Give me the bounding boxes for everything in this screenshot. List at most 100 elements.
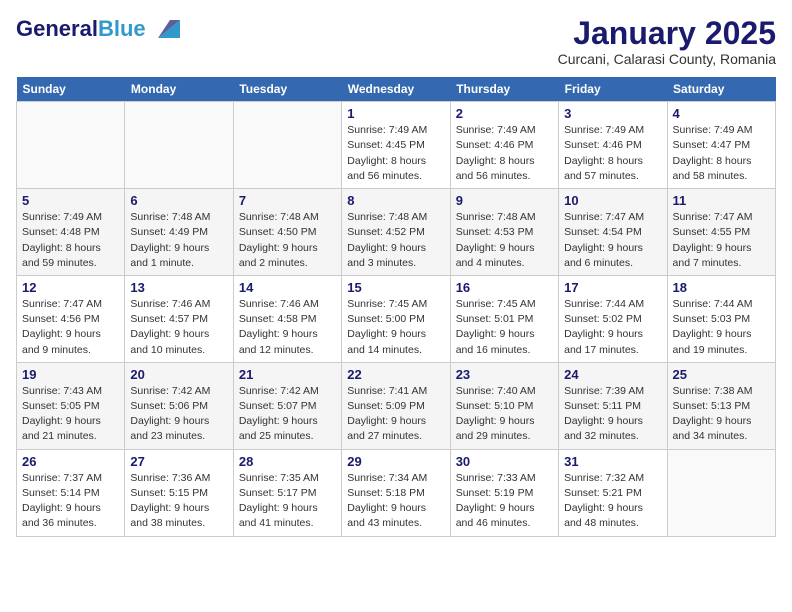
day-number: 6 xyxy=(130,193,227,208)
table-row: 1 Sunrise: 7:49 AM Sunset: 4:45 PM Daylig… xyxy=(342,102,450,189)
table-row: 9 Sunrise: 7:48 AM Sunset: 4:53 PM Daylig… xyxy=(450,189,558,276)
table-row: 30Sunrise: 7:33 AM Sunset: 5:19 PM Dayli… xyxy=(450,449,558,536)
col-wednesday: Wednesday xyxy=(342,77,450,102)
calendar-week-row: 19Sunrise: 7:43 AM Sunset: 5:05 PM Dayli… xyxy=(17,362,776,449)
day-info: Sunrise: 7:41 AM Sunset: 5:09 PM Dayligh… xyxy=(347,384,444,445)
day-number: 21 xyxy=(239,367,336,382)
table-row: 3 Sunrise: 7:49 AM Sunset: 4:46 PM Daylig… xyxy=(559,102,667,189)
day-info: Sunrise: 7:49 AM Sunset: 4:46 PM Dayligh… xyxy=(564,123,661,184)
day-info: Sunrise: 7:48 AM Sunset: 4:50 PM Dayligh… xyxy=(239,210,336,271)
col-monday: Monday xyxy=(125,77,233,102)
col-saturday: Saturday xyxy=(667,77,775,102)
day-info: Sunrise: 7:40 AM Sunset: 5:10 PM Dayligh… xyxy=(456,384,553,445)
day-info: Sunrise: 7:35 AM Sunset: 5:17 PM Dayligh… xyxy=(239,471,336,532)
table-row xyxy=(667,449,775,536)
day-number: 2 xyxy=(456,106,553,121)
calendar-week-row: 5 Sunrise: 7:49 AM Sunset: 4:48 PM Daylig… xyxy=(17,189,776,276)
day-info: Sunrise: 7:47 AM Sunset: 4:54 PM Dayligh… xyxy=(564,210,661,271)
day-info: Sunrise: 7:36 AM Sunset: 5:15 PM Dayligh… xyxy=(130,471,227,532)
day-info: Sunrise: 7:49 AM Sunset: 4:48 PM Dayligh… xyxy=(22,210,119,271)
day-number: 15 xyxy=(347,280,444,295)
table-row: 27 Sunrise: 7:36 AM Sunset: 5:15 PM Dayli… xyxy=(125,449,233,536)
day-info: Sunrise: 7:48 AM Sunset: 4:49 PM Dayligh… xyxy=(130,210,227,271)
day-number: 23 xyxy=(456,367,553,382)
page-header: GeneralBlue January 2025 Curcani, Calara… xyxy=(16,16,776,67)
table-row: 26 Sunrise: 7:37 AM Sunset: 5:14 PM Dayli… xyxy=(17,449,125,536)
table-row: 29 Sunrise: 7:34 AM Sunset: 5:18 PM Dayli… xyxy=(342,449,450,536)
table-row: 22 Sunrise: 7:41 AM Sunset: 5:09 PM Dayli… xyxy=(342,362,450,449)
day-number: 14 xyxy=(239,280,336,295)
day-number: 9 xyxy=(456,193,553,208)
day-info: Sunrise: 7:32 AM Sunset: 5:21 PM Dayligh… xyxy=(564,471,661,532)
day-info: Sunrise: 7:42 AM Sunset: 5:06 PM Dayligh… xyxy=(130,384,227,445)
logo: GeneralBlue xyxy=(16,16,180,42)
day-number: 3 xyxy=(564,106,661,121)
day-info: Sunrise: 7:33 AM Sunset: 5:19 PM Dayligh… xyxy=(456,471,553,532)
day-info: Sunrise: 7:49 AM Sunset: 4:46 PM Dayligh… xyxy=(456,123,553,184)
table-row: 11 Sunrise: 7:47 AM Sunset: 4:55 PM Dayli… xyxy=(667,189,775,276)
day-info: Sunrise: 7:46 AM Sunset: 4:57 PM Dayligh… xyxy=(130,297,227,358)
day-number: 8 xyxy=(347,193,444,208)
table-row: 2 Sunrise: 7:49 AM Sunset: 4:46 PM Daylig… xyxy=(450,102,558,189)
table-row: 15 Sunrise: 7:45 AM Sunset: 5:00 PM Dayli… xyxy=(342,275,450,362)
table-row: 31 Sunrise: 7:32 AM Sunset: 5:21 PM Dayli… xyxy=(559,449,667,536)
day-info: Sunrise: 7:49 AM Sunset: 4:47 PM Dayligh… xyxy=(673,123,770,184)
day-number: 22 xyxy=(347,367,444,382)
table-row: 28Sunrise: 7:35 AM Sunset: 5:17 PM Dayli… xyxy=(233,449,341,536)
table-row: 6 Sunrise: 7:48 AM Sunset: 4:49 PM Daylig… xyxy=(125,189,233,276)
day-number: 31 xyxy=(564,454,661,469)
day-number: 26 xyxy=(22,454,119,469)
day-info: Sunrise: 7:44 AM Sunset: 5:02 PM Dayligh… xyxy=(564,297,661,358)
day-number: 24 xyxy=(564,367,661,382)
table-row xyxy=(17,102,125,189)
col-tuesday: Tuesday xyxy=(233,77,341,102)
table-row: 13 Sunrise: 7:46 AM Sunset: 4:57 PM Dayli… xyxy=(125,275,233,362)
day-number: 11 xyxy=(673,193,770,208)
day-number: 5 xyxy=(22,193,119,208)
table-row: 19Sunrise: 7:43 AM Sunset: 5:05 PM Dayli… xyxy=(17,362,125,449)
day-info: Sunrise: 7:37 AM Sunset: 5:14 PM Dayligh… xyxy=(22,471,119,532)
day-number: 1 xyxy=(347,106,444,121)
logo-icon xyxy=(148,18,180,40)
table-row: 23 Sunrise: 7:40 AM Sunset: 5:10 PM Dayli… xyxy=(450,362,558,449)
table-row: 18Sunrise: 7:44 AM Sunset: 5:03 PM Dayli… xyxy=(667,275,775,362)
table-row: 7 Sunrise: 7:48 AM Sunset: 4:50 PM Daylig… xyxy=(233,189,341,276)
col-sunday: Sunday xyxy=(17,77,125,102)
table-row: 5 Sunrise: 7:49 AM Sunset: 4:48 PM Daylig… xyxy=(17,189,125,276)
title-section: January 2025 Curcani, Calarasi County, R… xyxy=(558,16,776,67)
day-number: 10 xyxy=(564,193,661,208)
table-row: 20Sunrise: 7:42 AM Sunset: 5:06 PM Dayli… xyxy=(125,362,233,449)
table-row: 17 Sunrise: 7:44 AM Sunset: 5:02 PM Dayli… xyxy=(559,275,667,362)
table-row: 14 Sunrise: 7:46 AM Sunset: 4:58 PM Dayli… xyxy=(233,275,341,362)
table-row: 21 Sunrise: 7:42 AM Sunset: 5:07 PM Dayli… xyxy=(233,362,341,449)
day-info: Sunrise: 7:34 AM Sunset: 5:18 PM Dayligh… xyxy=(347,471,444,532)
day-info: Sunrise: 7:39 AM Sunset: 5:11 PM Dayligh… xyxy=(564,384,661,445)
day-info: Sunrise: 7:45 AM Sunset: 5:01 PM Dayligh… xyxy=(456,297,553,358)
table-row xyxy=(233,102,341,189)
table-row: 12Sunrise: 7:47 AM Sunset: 4:56 PM Dayli… xyxy=(17,275,125,362)
day-number: 18 xyxy=(673,280,770,295)
day-number: 4 xyxy=(673,106,770,121)
calendar-week-row: 1 Sunrise: 7:49 AM Sunset: 4:45 PM Daylig… xyxy=(17,102,776,189)
calendar-week-row: 12Sunrise: 7:47 AM Sunset: 4:56 PM Dayli… xyxy=(17,275,776,362)
day-number: 29 xyxy=(347,454,444,469)
table-row: 24 Sunrise: 7:39 AM Sunset: 5:11 PM Dayli… xyxy=(559,362,667,449)
calendar-table: Sunday Monday Tuesday Wednesday Thursday… xyxy=(16,77,776,536)
table-row: 4 Sunrise: 7:49 AM Sunset: 4:47 PM Daylig… xyxy=(667,102,775,189)
day-info: Sunrise: 7:45 AM Sunset: 5:00 PM Dayligh… xyxy=(347,297,444,358)
day-number: 7 xyxy=(239,193,336,208)
day-number: 13 xyxy=(130,280,227,295)
day-number: 25 xyxy=(673,367,770,382)
page-subtitle: Curcani, Calarasi County, Romania xyxy=(558,51,776,67)
day-number: 16 xyxy=(456,280,553,295)
day-number: 17 xyxy=(564,280,661,295)
day-info: Sunrise: 7:49 AM Sunset: 4:45 PM Dayligh… xyxy=(347,123,444,184)
day-number: 27 xyxy=(130,454,227,469)
day-info: Sunrise: 7:47 AM Sunset: 4:55 PM Dayligh… xyxy=(673,210,770,271)
day-info: Sunrise: 7:46 AM Sunset: 4:58 PM Dayligh… xyxy=(239,297,336,358)
day-number: 12 xyxy=(22,280,119,295)
day-number: 19 xyxy=(22,367,119,382)
day-info: Sunrise: 7:48 AM Sunset: 4:53 PM Dayligh… xyxy=(456,210,553,271)
day-info: Sunrise: 7:42 AM Sunset: 5:07 PM Dayligh… xyxy=(239,384,336,445)
table-row: 10 Sunrise: 7:47 AM Sunset: 4:54 PM Dayli… xyxy=(559,189,667,276)
